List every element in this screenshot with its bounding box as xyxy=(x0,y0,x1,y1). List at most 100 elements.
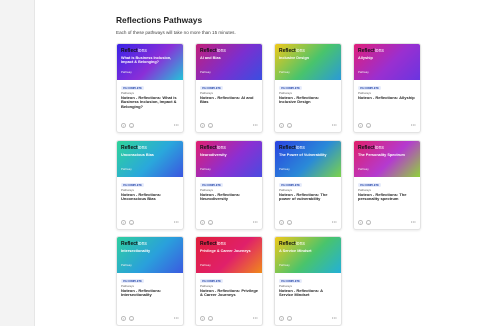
reflections-logo: Reflections xyxy=(121,48,147,54)
share-icon[interactable]: → xyxy=(366,220,371,225)
thumb-up-icon[interactable]: ↑ xyxy=(200,123,205,128)
card-banner: Reflections Allyship Pathway xyxy=(354,44,420,80)
card-banner-subtitle: Pathway xyxy=(358,167,369,171)
card-banner-title: Intersectionality xyxy=(121,249,151,253)
card-title[interactable]: Noteon - Reflections: Allyship xyxy=(358,95,416,101)
pathway-card[interactable]: Reflections The Personality Spectrum Pat… xyxy=(353,140,421,230)
thumb-up-icon[interactable]: ↑ xyxy=(358,220,363,225)
card-title[interactable]: Noteon - Reflections: What is Business I… xyxy=(121,95,179,110)
more-icon[interactable]: ••• xyxy=(411,122,416,127)
card-banner-subtitle: Pathway xyxy=(121,167,132,171)
more-icon[interactable]: ••• xyxy=(253,122,258,127)
more-icon[interactable]: ••• xyxy=(174,315,179,320)
card-title[interactable]: Noteon - Reflections: A Service Mindset xyxy=(279,288,337,299)
card-banner: Reflections Inclusive Design Pathway xyxy=(275,44,341,80)
share-icon[interactable]: → xyxy=(287,316,292,321)
share-icon[interactable]: → xyxy=(129,123,134,128)
card-title[interactable]: Noteon - Reflections: AI and Bias xyxy=(200,95,258,106)
card-title[interactable]: Noteon - Reflections: Inclusive Design xyxy=(279,95,337,106)
thumb-up-icon[interactable]: ↑ xyxy=(279,220,284,225)
reflections-logo: Reflections xyxy=(200,145,226,151)
card-banner-title: Allyship xyxy=(358,56,373,60)
pathway-card[interactable]: Reflections The Power of Vulnerability P… xyxy=(274,140,342,230)
thumb-up-icon[interactable]: ↑ xyxy=(200,220,205,225)
completion-badge: 0% COMPLETE xyxy=(279,279,302,284)
reflections-logo: Reflections xyxy=(279,48,305,54)
reflections-logo: Reflections xyxy=(200,48,226,54)
card-banner-subtitle: Pathway xyxy=(200,70,211,74)
thumb-up-icon[interactable]: ↑ xyxy=(121,123,126,128)
completion-badge: 0% COMPLETE xyxy=(121,86,144,91)
more-icon[interactable]: ••• xyxy=(332,122,337,127)
thumb-up-icon[interactable]: ↑ xyxy=(200,316,205,321)
reflections-logo: Reflections xyxy=(279,145,305,151)
pathway-card[interactable]: Reflections A Service Mindset Pathway 0%… xyxy=(274,236,342,326)
card-banner: Reflections Intersectionality Pathway xyxy=(117,237,183,273)
completion-badge: 0% COMPLETE xyxy=(121,183,144,188)
completion-badge: 0% COMPLETE xyxy=(121,279,144,284)
card-title[interactable]: Noteon - Reflections: The personality sp… xyxy=(358,192,416,203)
card-banner: Reflections AI and Bias Pathway xyxy=(196,44,262,80)
share-icon[interactable]: → xyxy=(129,316,134,321)
more-icon[interactable]: ••• xyxy=(253,315,258,320)
share-icon[interactable]: → xyxy=(208,123,213,128)
card-banner-title: A Service Mindset xyxy=(279,249,312,253)
card-banner-subtitle: Pathway xyxy=(200,167,211,171)
more-icon[interactable]: ••• xyxy=(174,122,179,127)
reflections-logo: Reflections xyxy=(358,48,384,54)
more-icon[interactable]: ••• xyxy=(411,219,416,224)
card-banner: Reflections Privilege & Career Journeys … xyxy=(196,237,262,273)
more-icon[interactable]: ••• xyxy=(174,219,179,224)
completion-badge: 0% COMPLETE xyxy=(358,86,381,91)
reflections-logo: Reflections xyxy=(200,241,226,247)
pathway-card[interactable]: Reflections Intersectionality Pathway 0%… xyxy=(116,236,184,326)
card-banner-subtitle: Pathway xyxy=(279,167,290,171)
more-icon[interactable]: ••• xyxy=(253,219,258,224)
share-icon[interactable]: → xyxy=(208,316,213,321)
reflections-logo: Reflections xyxy=(358,145,384,151)
card-banner: Reflections Neurodiversity Pathway xyxy=(196,141,262,177)
left-sidebar xyxy=(0,0,35,326)
page-title: Reflections Pathways xyxy=(116,15,203,25)
share-icon[interactable]: → xyxy=(366,123,371,128)
thumb-up-icon[interactable]: ↑ xyxy=(121,316,126,321)
share-icon[interactable]: → xyxy=(208,220,213,225)
card-banner: Reflections A Service Mindset Pathway xyxy=(275,237,341,273)
pathway-card[interactable]: Reflections Neurodiversity Pathway 0% CO… xyxy=(195,140,263,230)
share-icon[interactable]: → xyxy=(287,123,292,128)
pathway-card[interactable]: Reflections Inclusive Design Pathway 0% … xyxy=(274,43,342,133)
completion-badge: 0% COMPLETE xyxy=(279,86,302,91)
share-icon[interactable]: → xyxy=(129,220,134,225)
share-icon[interactable]: → xyxy=(287,220,292,225)
card-title[interactable]: Noteon - Reflections: Unconscious Bias xyxy=(121,192,179,203)
pathway-card[interactable]: Reflections Privilege & Career Journeys … xyxy=(195,236,263,326)
page-subtitle: Each of these pathways will take no more… xyxy=(116,30,236,35)
card-title[interactable]: Noteon - Reflections: Intersectionality xyxy=(121,288,179,299)
card-banner: Reflections Unconscious Bias Pathway xyxy=(117,141,183,177)
card-banner-subtitle: Pathway xyxy=(200,263,211,267)
completion-badge: 0% COMPLETE xyxy=(200,279,223,284)
more-icon[interactable]: ••• xyxy=(332,315,337,320)
completion-badge: 0% COMPLETE xyxy=(200,86,223,91)
thumb-up-icon[interactable]: ↑ xyxy=(121,220,126,225)
thumb-up-icon[interactable]: ↑ xyxy=(279,123,284,128)
thumb-up-icon[interactable]: ↑ xyxy=(358,123,363,128)
card-title[interactable]: Noteon - Reflections: The power of vulne… xyxy=(279,192,337,203)
card-banner-title: Unconscious Bias xyxy=(121,153,154,157)
card-banner: Reflections The Personality Spectrum Pat… xyxy=(354,141,420,177)
pathway-card[interactable]: Reflections AI and Bias Pathway 0% COMPL… xyxy=(195,43,263,133)
card-banner-title: Inclusive Design xyxy=(279,56,309,60)
card-title[interactable]: Noteon - Reflections: Privilege & Career… xyxy=(200,288,258,299)
thumb-up-icon[interactable]: ↑ xyxy=(279,316,284,321)
card-banner-title: Privilege & Career Journeys xyxy=(200,249,251,253)
card-title[interactable]: Noteon - Reflections: Neurodiversity xyxy=(200,192,258,203)
card-banner-title: Neurodiversity xyxy=(200,153,227,157)
pathway-card[interactable]: Reflections Allyship Pathway 0% COMPLETE… xyxy=(353,43,421,133)
more-icon[interactable]: ••• xyxy=(332,219,337,224)
completion-badge: 0% COMPLETE xyxy=(279,183,302,188)
pathway-card[interactable]: Reflections What is Business Inclusion, … xyxy=(116,43,184,133)
card-banner: Reflections What is Business Inclusion, … xyxy=(117,44,183,80)
card-banner-title: The Personality Spectrum xyxy=(358,153,405,157)
card-banner-title: AI and Bias xyxy=(200,56,221,60)
pathway-card[interactable]: Reflections Unconscious Bias Pathway 0% … xyxy=(116,140,184,230)
